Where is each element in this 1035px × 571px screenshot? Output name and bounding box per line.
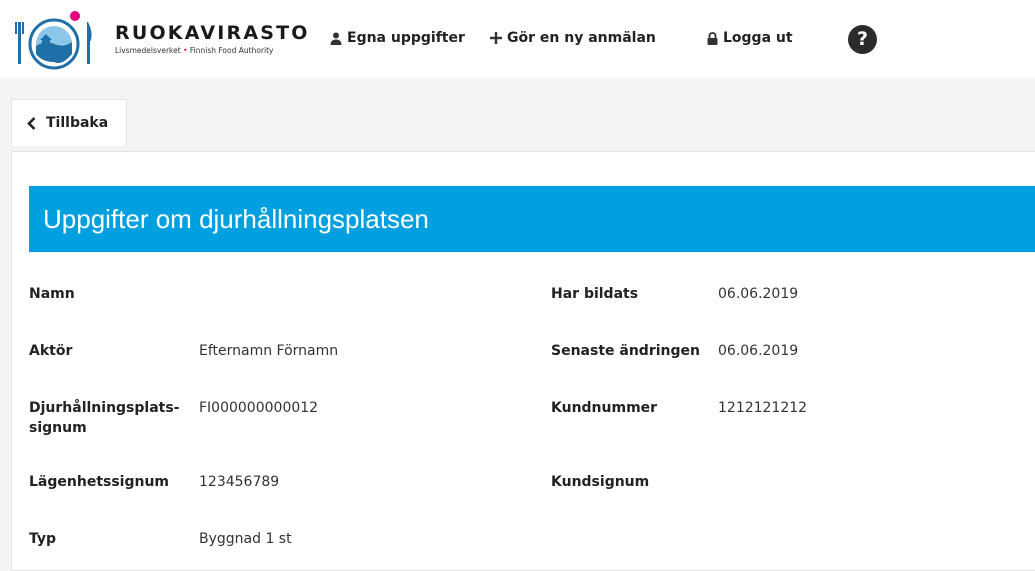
field-label-line1: Djurhållningsplats- — [29, 400, 180, 416]
brand-name: RUOKAVIRASTO — [115, 22, 310, 44]
field-label-kundsignum: Kundsignum — [551, 474, 650, 490]
field-label-kundnummer: Kundnummer — [551, 400, 658, 416]
brand-subtitle: Livsmedelsverket • Finnish Food Authorit… — [115, 46, 310, 55]
nav-profile-label: Egna uppgifter — [347, 30, 465, 46]
field-value-lagenhetssignum: 123456789 — [199, 474, 280, 490]
nav-profile-link[interactable]: Egna uppgifter — [330, 30, 465, 46]
brand-sub-dot: • — [183, 46, 188, 55]
field-label-har-bildats: Har bildats — [551, 286, 639, 302]
ruokavirasto-logo-icon — [15, 11, 92, 70]
top-navigation-bar: RUOKAVIRASTO Livsmedelsverket • Finnish … — [0, 0, 1035, 78]
field-value-typ: Byggnad 1 st — [199, 531, 292, 547]
help-icon[interactable]: ? — [848, 25, 877, 54]
chevron-left-icon — [27, 116, 36, 130]
field-label-line2: signum — [29, 420, 87, 436]
field-value-senaste-andringen: 06.06.2019 — [718, 343, 799, 359]
nav-new-report-link[interactable]: Gör en ny anmälan — [490, 30, 656, 46]
brand: RUOKAVIRASTO Livsmedelsverket • Finnish … — [115, 22, 310, 55]
field-label-senaste-andringen: Senaste ändringen — [551, 343, 700, 359]
section-header: Uppgifter om djurhållningsplatsen — [29, 186, 1035, 252]
field-label-aktor: Aktör — [29, 343, 73, 359]
lock-icon — [707, 31, 718, 45]
brand-sub-english: Finnish Food Authority — [189, 46, 274, 55]
back-button[interactable]: Tillbaka — [11, 99, 127, 146]
nav-new-report-label: Gör en ny anmälan — [507, 30, 656, 46]
back-button-label: Tillbaka — [46, 115, 109, 131]
brand-sub-swedish: Livsmedelsverket — [115, 46, 181, 55]
field-value-kundnummer: 1212121212 — [718, 400, 808, 416]
field-label-typ: Typ — [29, 531, 57, 547]
user-icon — [330, 32, 342, 45]
ruokavirasto-logo[interactable] — [14, 10, 96, 70]
section-title: Uppgifter om djurhållningsplatsen — [43, 204, 429, 234]
field-label-djurhallningsplatssignum: Djurhållningsplats- signum — [29, 398, 180, 438]
field-label-lagenhetssignum: Lägenhetssignum — [29, 474, 170, 490]
nav-logout-link[interactable]: Logga ut — [707, 30, 793, 46]
field-value-aktor: Efternamn Förnamn — [199, 343, 339, 359]
plus-icon — [490, 32, 502, 44]
field-label-namn: Namn — [29, 286, 75, 302]
field-value-djurhallningsplatssignum: FI000000000012 — [199, 400, 319, 416]
field-value-har-bildats: 06.06.2019 — [718, 286, 799, 302]
nav-logout-label: Logga ut — [723, 30, 793, 46]
